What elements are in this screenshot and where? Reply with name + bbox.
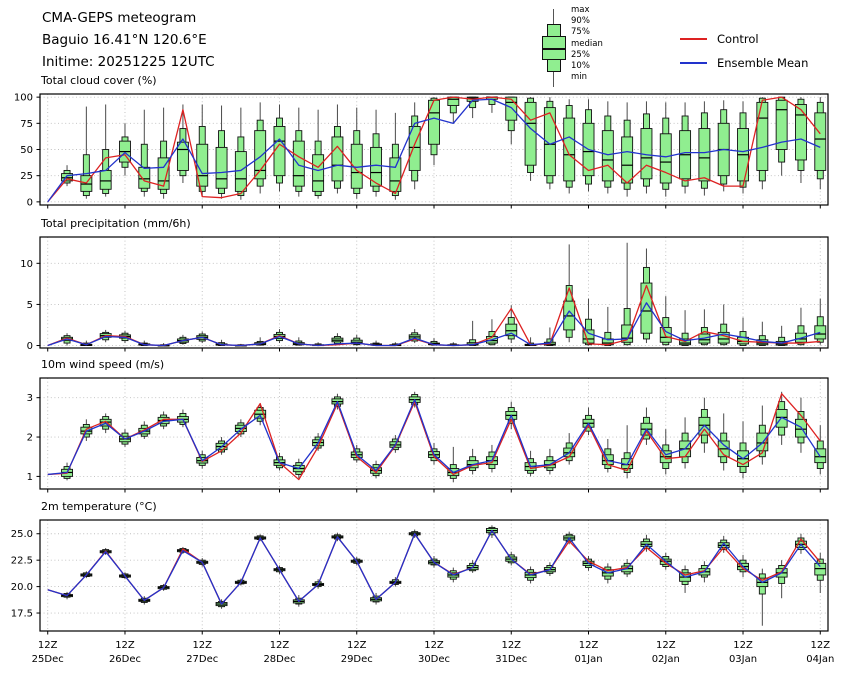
svg-text:3: 3	[27, 393, 33, 404]
svg-text:03Jan: 03Jan	[729, 654, 757, 665]
svg-text:50: 50	[20, 145, 33, 156]
svg-text:12Z: 12Z	[733, 640, 753, 651]
meteogram-page: CMA-GEPS meteogram Baguio 16.41°N 120.6°…	[0, 0, 843, 680]
svg-text:0: 0	[27, 341, 33, 352]
svg-text:26Dec: 26Dec	[109, 654, 141, 665]
svg-text:12Z: 12Z	[115, 640, 135, 651]
svg-text:04Jan: 04Jan	[806, 654, 834, 665]
svg-text:75: 75	[20, 119, 33, 130]
svg-text:25.0: 25.0	[11, 529, 33, 540]
svg-text:10: 10	[20, 259, 33, 270]
panel-temp: 17.5 20.0 22.5 25.0	[11, 519, 829, 635]
svg-text:0: 0	[27, 197, 33, 208]
svg-text:28Dec: 28Dec	[263, 654, 295, 665]
svg-text:27Dec: 27Dec	[186, 654, 218, 665]
svg-text:2: 2	[27, 433, 33, 444]
svg-text:12Z: 12Z	[579, 640, 599, 651]
svg-text:25: 25	[20, 171, 33, 182]
svg-text:12Z: 12Z	[38, 640, 58, 651]
svg-text:12Z: 12Z	[501, 640, 521, 651]
svg-text:02Jan: 02Jan	[652, 654, 680, 665]
meteogram-chart: 0 25 50 75 100 0 5 10 1 2 3 17.5 20.0 22.5 25.0 12Z 25De…	[11, 93, 835, 665]
svg-text:12Z: 12Z	[270, 640, 290, 651]
svg-text:1: 1	[27, 472, 33, 483]
svg-text:22.5: 22.5	[11, 556, 33, 567]
x-axis-labels: 12Z 25Dec 12Z 26Dec 12Z 27Dec 12Z 28Dec 12Z 29Dec…	[32, 640, 835, 665]
panel-cloud: 0 25 50 75 100	[14, 93, 829, 209]
svg-text:31Dec: 31Dec	[495, 654, 527, 665]
svg-text:12Z: 12Z	[810, 640, 830, 651]
svg-text:12Z: 12Z	[656, 640, 676, 651]
svg-text:20.0: 20.0	[11, 582, 33, 593]
svg-text:12Z: 12Z	[192, 640, 212, 651]
panel-wind: 1 2 3	[27, 377, 829, 493]
svg-text:01Jan: 01Jan	[574, 654, 602, 665]
svg-text:17.5: 17.5	[11, 609, 33, 620]
svg-text:12Z: 12Z	[347, 640, 367, 651]
svg-text:30Dec: 30Dec	[418, 654, 450, 665]
panel-precip: 0 5 10	[20, 236, 829, 352]
svg-text:5: 5	[27, 300, 33, 311]
svg-text:29Dec: 29Dec	[341, 654, 373, 665]
svg-text:12Z: 12Z	[424, 640, 444, 651]
svg-text:25Dec: 25Dec	[32, 654, 64, 665]
svg-text:100: 100	[14, 93, 33, 104]
